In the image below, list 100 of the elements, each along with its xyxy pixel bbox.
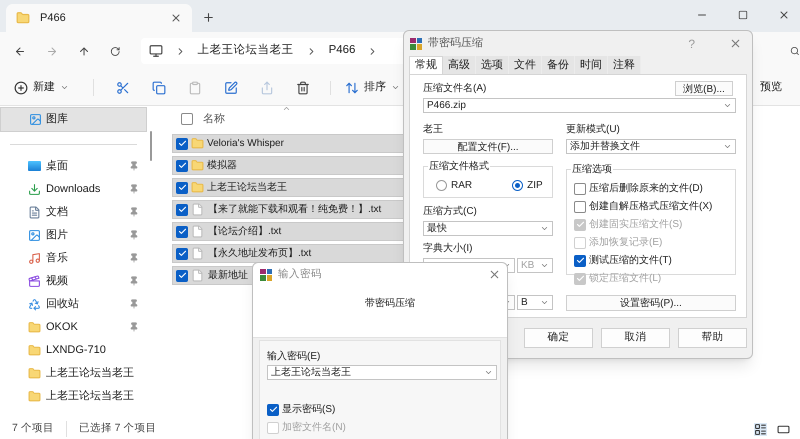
update-mode-dropdown[interactable]: 添加并替换文件 — [566, 139, 736, 154]
dialog-tab[interactable]: 高级 — [443, 56, 476, 74]
close-icon[interactable] — [778, 9, 790, 21]
sidebar-item[interactable]: 上老王论坛当老王 — [46, 388, 139, 404]
select-all-checkbox[interactable] — [181, 113, 193, 125]
sidebar-item[interactable]: 上老王论坛当老王 — [46, 364, 139, 382]
cut-icon[interactable] — [116, 80, 130, 94]
unit-dropdown[interactable]: B — [517, 295, 553, 310]
sidebar-item[interactable]: LXNDG-710 — [46, 342, 139, 358]
dialog-title: 带密码压缩 — [428, 36, 484, 52]
document-icon — [28, 206, 41, 218]
dialog-tab[interactable]: 选项 — [476, 56, 509, 74]
sort-button[interactable]: 排序 — [331, 79, 418, 96]
sidebar-item[interactable]: 文档 — [46, 204, 124, 220]
sidebar-item[interactable]: 图库 — [0, 107, 147, 132]
gallery-icon — [29, 113, 42, 126]
profile-button[interactable]: 配置文件(F)... — [423, 139, 553, 154]
maximize-icon[interactable] — [738, 10, 748, 20]
field-label: 压缩方式(C) — [423, 204, 478, 219]
set-password-button[interactable]: 设置密码(P)... — [566, 295, 736, 311]
sidebar-item[interactable]: 桌面 — [46, 158, 124, 174]
breadcrumb[interactable]: P466 — [328, 42, 356, 60]
checkbox-label: 加密文件名(N) — [282, 420, 346, 435]
method-dropdown[interactable]: 最快 — [423, 221, 553, 236]
row-checkbox[interactable] — [176, 248, 188, 260]
close-icon[interactable] — [170, 12, 182, 24]
close-icon[interactable] — [729, 37, 742, 50]
window-tab[interactable]: P466 — [6, 4, 192, 32]
check-icon — [178, 183, 186, 192]
rename-icon[interactable] — [224, 80, 238, 94]
sidebar-item[interactable]: 视频 — [46, 272, 124, 290]
row-checkbox[interactable] — [176, 226, 188, 238]
desktop-icon — [28, 161, 41, 171]
checkbox[interactable] — [267, 404, 279, 416]
sidebar-item[interactable]: OKOK — [46, 318, 124, 336]
dialog-tab[interactable]: 注释 — [608, 56, 641, 74]
checkbox[interactable] — [574, 182, 586, 194]
sidebar-item[interactable]: 音乐 — [46, 250, 124, 266]
row-checkbox[interactable] — [176, 182, 188, 194]
file-name: 【永久地址发布页】.txt — [208, 246, 312, 261]
password-field[interactable]: 上老王论坛当老王 — [267, 365, 497, 380]
status-text: 已选择 7 个项目 — [78, 421, 156, 436]
dialog-button[interactable]: 取消 — [601, 328, 670, 348]
folder-icon — [28, 366, 41, 380]
video-icon — [28, 274, 41, 288]
row-checkbox[interactable] — [176, 160, 188, 172]
checkbox[interactable] — [574, 254, 586, 266]
dialog-button[interactable]: 确定 — [524, 328, 593, 348]
pin-icon[interactable] — [129, 184, 139, 194]
sidebar-item[interactable]: 图片 — [46, 226, 124, 244]
delete-icon[interactable] — [296, 80, 310, 94]
folder-icon — [191, 181, 204, 194]
refresh-icon[interactable] — [110, 44, 121, 58]
row-checkbox[interactable] — [176, 138, 188, 150]
dialog-tab[interactable]: 备份 — [542, 56, 575, 74]
radio-label: RAR — [451, 178, 472, 192]
new-tab-icon[interactable] — [202, 11, 215, 24]
check-icon — [178, 271, 186, 280]
copy-icon[interactable] — [152, 80, 166, 94]
pin-icon[interactable] — [129, 230, 139, 240]
search-icon[interactable] — [790, 45, 800, 57]
pin-icon[interactable] — [129, 161, 139, 171]
pin-icon[interactable] — [129, 322, 139, 332]
pin-icon[interactable] — [129, 299, 139, 309]
checkbox-label: 测试压缩的文件(T) — [589, 254, 672, 268]
file-name: 上老王论坛当老王 — [207, 180, 287, 195]
breadcrumb[interactable]: 上老王论坛当老王 — [198, 42, 294, 60]
dialog-header: 带密码压缩 — [365, 296, 415, 311]
tiles-view-icon[interactable] — [777, 422, 790, 436]
status-text: 7 个项目 — [12, 421, 67, 437]
pin-icon[interactable] — [129, 276, 139, 286]
pin-icon[interactable] — [129, 253, 139, 263]
details-view-icon[interactable] — [754, 422, 767, 436]
computer-icon — [148, 44, 163, 58]
dialog-button[interactable]: 帮助 — [678, 328, 747, 348]
checkbox-label: 锁定压缩文件(L) — [589, 272, 662, 286]
row-checkbox[interactable] — [176, 270, 188, 282]
pin-icon[interactable] — [129, 207, 139, 217]
checkbox-label: 创建自解压格式压缩文件(X) — [589, 200, 712, 214]
checkbox[interactable] — [574, 200, 586, 212]
caret-icon — [391, 83, 400, 92]
radio-button[interactable] — [436, 180, 447, 190]
tab-title: P466 — [40, 10, 67, 26]
file-name: 模拟器 — [207, 158, 237, 173]
dialog-tab[interactable]: 常规 — [409, 56, 443, 74]
close-icon[interactable] — [488, 268, 501, 281]
radio-button[interactable] — [512, 180, 524, 190]
field-label: 输入密码(E) — [267, 350, 322, 364]
dialog-tab[interactable]: 时间 — [575, 56, 608, 74]
sidebar-item[interactable]: 回收站 — [46, 296, 124, 312]
column-header[interactable]: 名称 — [203, 110, 225, 128]
dialog-tab[interactable]: 文件 — [509, 56, 542, 74]
sidebar-item[interactable]: Downloads — [46, 180, 124, 198]
new-button[interactable]: 新建 — [14, 79, 94, 96]
browse-button[interactable]: 浏览(B)... — [675, 81, 733, 96]
plus-circle-icon — [14, 80, 28, 94]
archive-name-field[interactable]: P466.zip — [423, 98, 736, 113]
check-icon — [178, 249, 186, 258]
row-checkbox[interactable] — [176, 204, 188, 216]
check-icon — [178, 161, 186, 170]
